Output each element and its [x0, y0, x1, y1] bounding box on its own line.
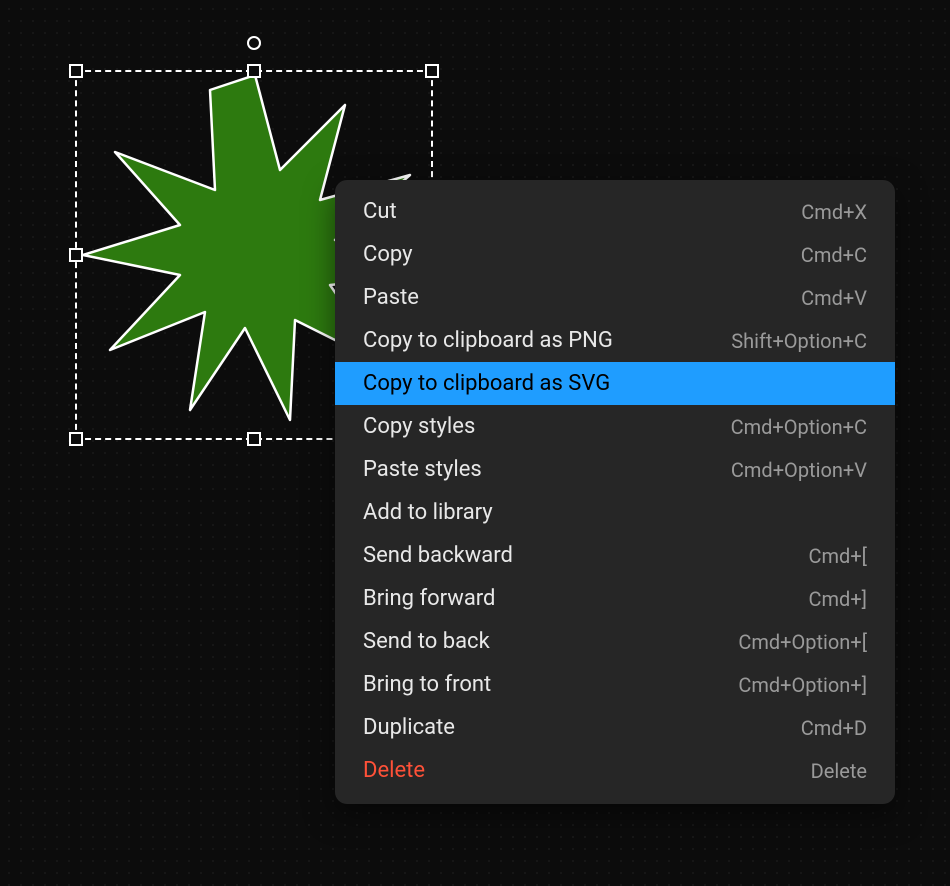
menu-item-shortcut: Cmd+Option+C: [731, 415, 867, 439]
menu-item-duplicate[interactable]: Duplicate Cmd+D: [335, 706, 895, 749]
menu-item-label: Cut: [363, 199, 397, 224]
menu-item-label: Copy styles: [363, 414, 475, 439]
menu-item-delete[interactable]: Delete Delete: [335, 749, 895, 792]
resize-handle-top-left[interactable]: [69, 64, 83, 78]
menu-item-label: Copy: [363, 242, 413, 267]
menu-item-copy-png[interactable]: Copy to clipboard as PNG Shift+Option+C: [335, 319, 895, 362]
menu-item-label: Paste styles: [363, 457, 482, 482]
menu-item-label: Send to back: [363, 629, 490, 654]
menu-item-shortcut: Cmd+V: [801, 286, 867, 310]
menu-item-shortcut: Cmd+Option+[: [738, 630, 867, 654]
menu-item-label: Duplicate: [363, 715, 455, 740]
menu-item-label: Paste: [363, 285, 419, 310]
menu-item-label: Copy to clipboard as PNG: [363, 328, 613, 353]
resize-handle-top-middle[interactable]: [247, 64, 261, 78]
resize-handle-bottom-left[interactable]: [69, 432, 83, 446]
menu-item-label: Add to library: [363, 500, 493, 525]
menu-item-label: Copy to clipboard as SVG: [363, 371, 610, 396]
menu-item-paste-styles[interactable]: Paste styles Cmd+Option+V: [335, 448, 895, 491]
menu-item-shortcut: Shift+Option+C: [731, 329, 867, 353]
menu-item-copy-svg[interactable]: Copy to clipboard as SVG: [335, 362, 895, 405]
menu-item-paste[interactable]: Paste Cmd+V: [335, 276, 895, 319]
menu-item-label: Bring to front: [363, 672, 491, 697]
menu-item-send-to-back[interactable]: Send to back Cmd+Option+[: [335, 620, 895, 663]
menu-item-cut[interactable]: Cut Cmd+X: [335, 190, 895, 233]
menu-item-label: Delete: [363, 758, 425, 783]
menu-item-shortcut: Cmd+Option+V: [731, 458, 867, 482]
menu-item-shortcut: Cmd+[: [809, 544, 868, 568]
menu-item-label: Bring forward: [363, 586, 495, 611]
menu-item-shortcut: Cmd+X: [801, 200, 867, 224]
menu-item-copy[interactable]: Copy Cmd+C: [335, 233, 895, 276]
menu-item-bring-forward[interactable]: Bring forward Cmd+]: [335, 577, 895, 620]
menu-item-bring-to-front[interactable]: Bring to front Cmd+Option+]: [335, 663, 895, 706]
resize-handle-top-right[interactable]: [425, 64, 439, 78]
resize-handle-bottom-middle[interactable]: [247, 432, 261, 446]
resize-handle-middle-left[interactable]: [69, 248, 83, 262]
context-menu: Cut Cmd+X Copy Cmd+C Paste Cmd+V Copy to…: [335, 180, 895, 804]
menu-item-shortcut: Cmd+C: [801, 243, 867, 267]
menu-item-send-backward[interactable]: Send backward Cmd+[: [335, 534, 895, 577]
menu-item-add-to-library[interactable]: Add to library: [335, 491, 895, 534]
menu-item-shortcut: Cmd+]: [809, 587, 868, 611]
menu-item-shortcut: Cmd+Option+]: [738, 673, 867, 697]
menu-item-label: Send backward: [363, 543, 513, 568]
rotate-handle[interactable]: [247, 36, 261, 50]
menu-item-copy-styles[interactable]: Copy styles Cmd+Option+C: [335, 405, 895, 448]
menu-item-shortcut: Cmd+D: [801, 716, 867, 740]
menu-item-shortcut: Delete: [811, 759, 867, 783]
